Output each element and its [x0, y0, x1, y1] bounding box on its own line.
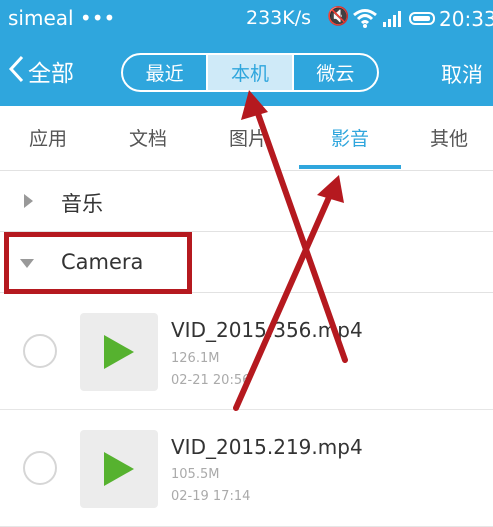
file-size: 126.1M: [171, 351, 220, 366]
select-radio[interactable]: [23, 451, 57, 485]
play-icon: [104, 335, 134, 369]
status-bar: simeal ••• 233K/s 🔇 20:33: [0, 0, 493, 37]
video-thumbnail: [80, 313, 158, 391]
network-speed: 233K/s: [246, 7, 312, 29]
caret-right-icon: [24, 194, 33, 208]
carrier-label: simeal •••: [8, 6, 116, 30]
chevron-left-icon: [8, 55, 24, 87]
segment-weiyun[interactable]: 微云: [294, 55, 377, 90]
status-time: 20:33: [439, 7, 493, 31]
battery-icon: [409, 12, 435, 25]
file-date: 02-21 20:56: [171, 373, 251, 388]
cancel-button[interactable]: 取消: [441, 59, 483, 89]
segment-recent[interactable]: 最近: [123, 55, 206, 90]
signal-icon: [383, 9, 405, 31]
tab-other[interactable]: 其他: [430, 124, 468, 151]
tab-images[interactable]: 图片: [229, 124, 267, 151]
category-tabs: 应用 文档 图片 影音 其他: [0, 106, 493, 171]
play-icon: [104, 452, 134, 486]
file-row[interactable]: VID_2015.356.mp4 126.1M 02-21 20:56: [0, 293, 493, 410]
segment-local[interactable]: 本机: [206, 55, 294, 90]
group-title: 音乐: [61, 192, 103, 216]
file-name: VID_2015.356.mp4: [171, 318, 363, 342]
source-segmented-control: 最近 本机 微云: [121, 53, 379, 92]
active-tab-indicator: [299, 165, 401, 169]
mute-icon: 🔇: [327, 6, 350, 27]
annotation-highlight-box: [4, 232, 192, 294]
file-row[interactable]: VID_2015.219.mp4 105.5M 02-19 17:14: [0, 410, 493, 527]
file-size: 105.5M: [171, 467, 220, 482]
top-nav-bar: 全部 最近 本机 微云 取消: [0, 37, 493, 106]
back-label: 全部: [28, 61, 74, 87]
tab-apps[interactable]: 应用: [29, 124, 67, 151]
video-thumbnail: [80, 430, 158, 508]
group-music[interactable]: 音乐: [0, 171, 493, 232]
wifi-icon: [352, 8, 378, 32]
tab-media[interactable]: 影音: [331, 124, 369, 151]
file-date: 02-19 17:14: [171, 489, 251, 504]
file-name: VID_2015.219.mp4: [171, 435, 363, 459]
tab-documents[interactable]: 文档: [129, 124, 167, 151]
back-button[interactable]: 全部: [8, 53, 74, 89]
select-radio[interactable]: [23, 334, 57, 368]
